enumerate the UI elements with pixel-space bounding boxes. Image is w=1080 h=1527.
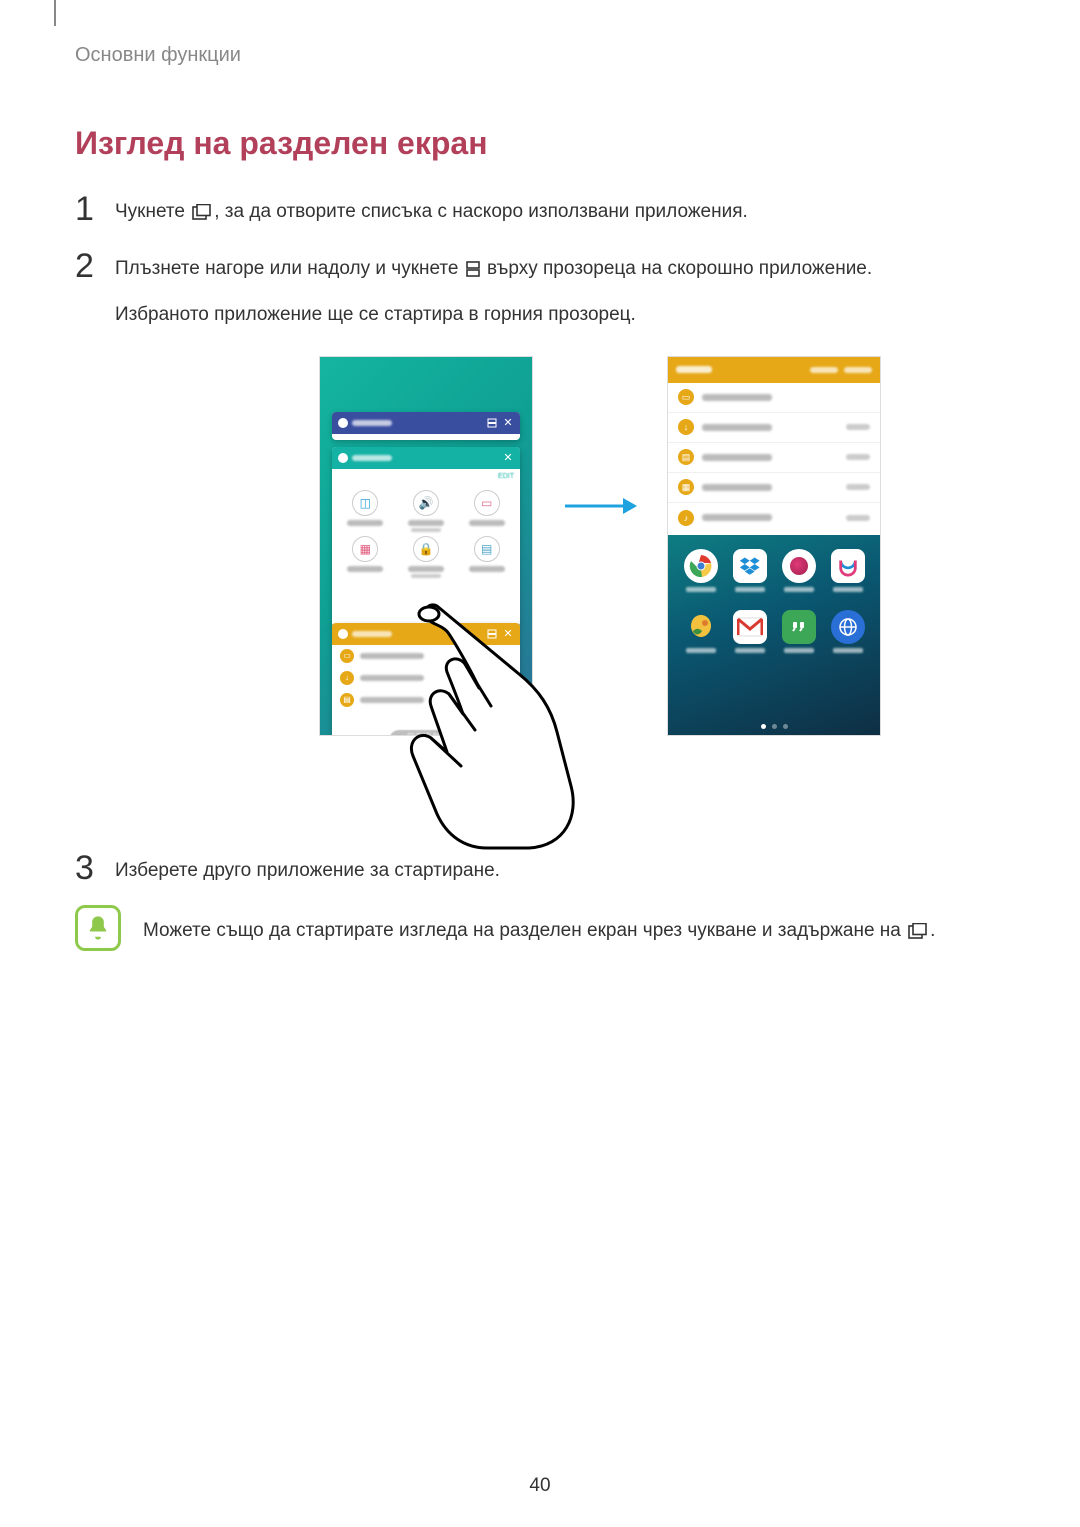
step-2-number: 2: [75, 249, 115, 283]
settings-icon: [338, 453, 348, 463]
step-3-text: Изберете друго приложение за стартиране.: [115, 851, 500, 887]
settings-edit-label: EDIT: [332, 469, 520, 482]
recent-card-title: [352, 420, 392, 426]
myfiles-header-title: [676, 366, 712, 373]
step-1: 1 Чукнете , за да отворите списъка с нас…: [75, 192, 1005, 231]
app-galaxy-apps: [827, 549, 868, 592]
myfiles-icon: [338, 629, 348, 639]
app-internet: [827, 610, 868, 653]
recent-card-settings: ✕ EDIT ◫ 🔊 ▭ ▦ 🔒 ▤: [332, 447, 520, 627]
recent-card-title: [352, 631, 392, 637]
myfiles-header: [668, 357, 880, 383]
settings-tile: ▤: [457, 536, 516, 578]
step-2: 2 Плъзнете нагоре или надолу и чукнете в…: [75, 249, 1005, 331]
note-post: .: [930, 920, 935, 941]
app-chrome: [680, 549, 721, 592]
list-item: ♪: [668, 503, 880, 533]
app-generic: [778, 549, 819, 592]
page-number: 40: [0, 1475, 1080, 1497]
step-1-number: 1: [75, 192, 115, 226]
app-gmail: [729, 610, 770, 653]
close-icon: ✕: [502, 628, 514, 640]
split-icon: [486, 628, 498, 640]
step-2-text: Плъзнете нагоре или надолу и чукнете вър…: [115, 249, 872, 331]
header-action: [844, 367, 872, 373]
figure-left-wrapper: ✕ ✕ EDIT ◫ 🔊: [319, 356, 533, 816]
phone-left: ✕ ✕ EDIT ◫ 🔊: [319, 356, 533, 736]
header-action: [810, 367, 838, 373]
list-item: ↓: [668, 413, 880, 443]
step-3-number: 3: [75, 851, 115, 885]
phone-right: ▭ ↓ ▤ ▦ ♪: [667, 356, 881, 736]
recent-apps-icon: [192, 199, 212, 231]
settings-tile: ▭: [457, 490, 516, 532]
file-row: ▤: [332, 689, 520, 711]
step-1-post: , за да отворите списъка с наскоро изпол…: [214, 201, 748, 222]
figure-row: ✕ ✕ EDIT ◫ 🔊: [195, 356, 1005, 816]
split-screen-icon: [466, 256, 480, 288]
close-icon: ✕: [502, 417, 514, 429]
list-item: ▦: [668, 473, 880, 503]
settings-tile: ◫: [336, 490, 395, 532]
app-gallery: [680, 610, 721, 653]
breadcrumb: Основни функции: [75, 44, 1005, 67]
recent-card-title: [352, 455, 392, 461]
list-item: ▭: [668, 383, 880, 413]
recent-card-myfiles: ✕ ▭ ↓ ▤ CLOSE ALL: [332, 623, 520, 736]
note-text: Можете също да стартирате изгледа на раз…: [143, 905, 935, 950]
file-row: ▭: [332, 645, 520, 667]
internet-icon: [338, 418, 348, 428]
recent-apps-icon: [908, 918, 928, 950]
settings-tile: ▦: [336, 536, 395, 578]
note-row: Можете също да стартирате изгледа на раз…: [75, 905, 1005, 951]
settings-tile: 🔒: [397, 536, 456, 578]
step-2-post: върху прозореца на скорошно приложение.: [482, 258, 872, 279]
step-2-line2: Избраното приложение ще се стартира в го…: [115, 304, 636, 325]
note-pre: Можете също да стартирате изгледа на раз…: [143, 920, 906, 941]
step-1-text: Чукнете , за да отворите списъка с наско…: [115, 192, 748, 231]
header-rule: [54, 0, 56, 26]
app-hangouts: [778, 610, 819, 653]
file-row: ↓: [332, 667, 520, 689]
recent-card-internet: ✕: [332, 412, 520, 440]
section-title: Изглед на разделен екран: [75, 125, 1005, 162]
step-3: 3 Изберете друго приложение за стартиран…: [75, 851, 1005, 887]
page-indicator: [668, 724, 880, 729]
note-bell-icon: [75, 905, 121, 951]
list-item: ▤: [668, 443, 880, 473]
split-icon: [486, 417, 498, 429]
step-2-pre: Плъзнете нагоре или надолу и чукнете: [115, 258, 464, 279]
close-all-button: CLOSE ALL: [389, 730, 463, 736]
settings-tile: 🔊: [397, 490, 456, 532]
close-icon: ✕: [502, 452, 514, 464]
arrow-icon: [563, 316, 637, 696]
app-dropbox: [729, 549, 770, 592]
step-1-pre: Чукнете: [115, 201, 190, 222]
